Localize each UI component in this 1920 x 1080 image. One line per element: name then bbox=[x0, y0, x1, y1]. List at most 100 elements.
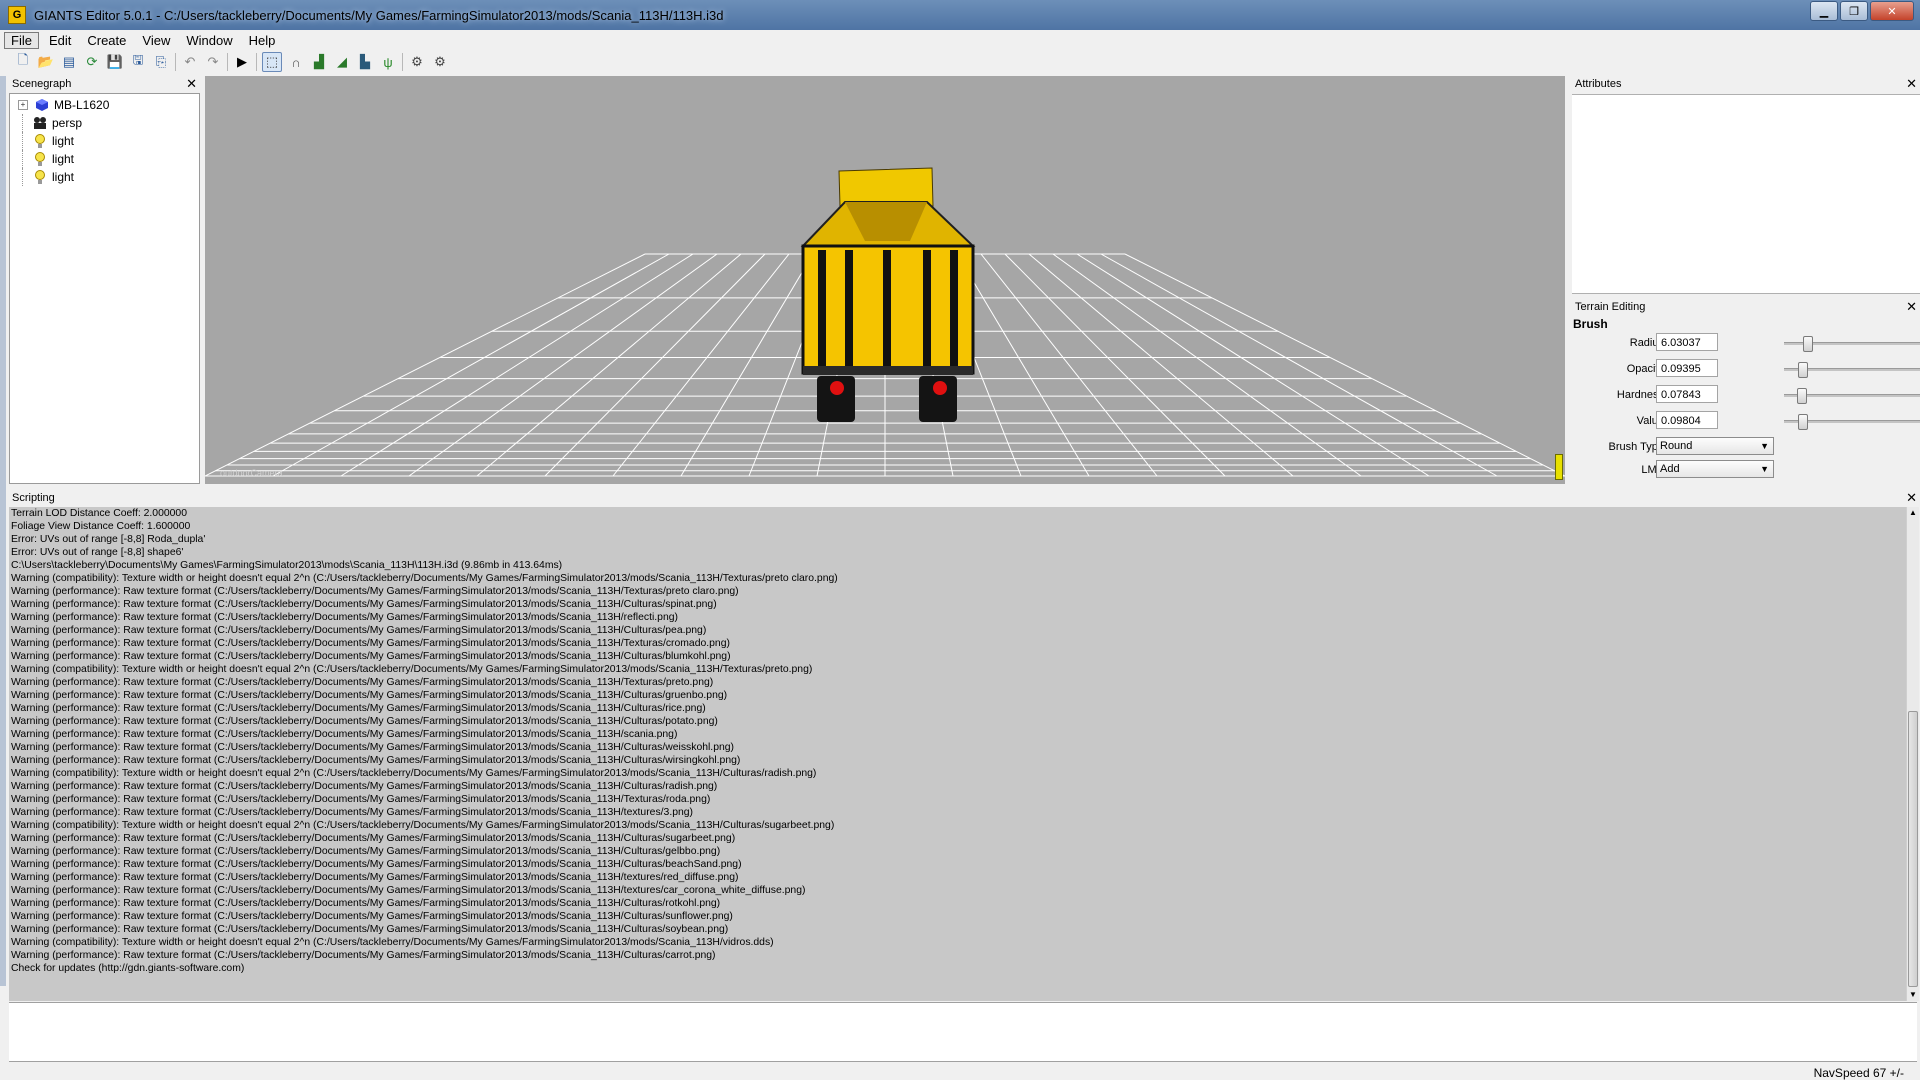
value-row: Value 0.09804 bbox=[1572, 411, 1920, 433]
attributes-close-icon[interactable]: ✕ bbox=[1906, 76, 1917, 91]
camera-label: outdoorCamera bbox=[220, 468, 283, 478]
log-line: Warning (performance): Raw texture forma… bbox=[11, 781, 718, 792]
value-slider[interactable] bbox=[1784, 414, 1920, 430]
log-line: Warning (performance): Raw texture forma… bbox=[11, 742, 734, 753]
scrollbar-thumb[interactable] bbox=[1908, 711, 1918, 987]
new-icon[interactable]: 🗋 bbox=[14, 52, 32, 71]
scripting-close-icon[interactable]: ✕ bbox=[1906, 490, 1917, 505]
viewport-scene bbox=[205, 167, 1565, 477]
lmb-select[interactable]: Add ▼ bbox=[1656, 460, 1774, 478]
tree-guide bbox=[10, 150, 32, 168]
close-window-button[interactable]: ✕ bbox=[1870, 1, 1914, 21]
settings-icon[interactable]: ⚙ bbox=[408, 53, 426, 71]
light-icon bbox=[32, 133, 48, 149]
hardness-row: Hardness 0.07843 bbox=[1572, 385, 1920, 407]
menu-window[interactable]: Window bbox=[180, 33, 238, 48]
foliage-paint-icon[interactable]: ▙ bbox=[356, 53, 374, 71]
terrain-editing-title: Terrain Editing bbox=[1575, 300, 1646, 313]
camera-icon bbox=[32, 115, 48, 131]
play-icon[interactable]: ▶ bbox=[233, 53, 251, 71]
toolbar-separator bbox=[256, 53, 257, 71]
opacity-field[interactable]: 0.09395 bbox=[1656, 359, 1718, 377]
scenegraph-tree: + MB-L1620 persp light light light bbox=[9, 93, 200, 484]
open-icon[interactable]: 📂 bbox=[37, 53, 55, 71]
move-icon[interactable]: ∩ bbox=[287, 53, 305, 71]
window-controls: ▁ ❐ ✕ bbox=[1808, 1, 1914, 21]
log-line: Warning (performance): Raw texture forma… bbox=[11, 755, 741, 766]
log-line: Warning (compatibility): Texture width o… bbox=[11, 768, 817, 779]
log-line: Warning (performance): Raw texture forma… bbox=[11, 911, 733, 922]
log-line: Warning (performance): Raw texture forma… bbox=[11, 885, 806, 896]
log-line: Warning (performance): Raw texture forma… bbox=[11, 586, 739, 597]
log-line: Error: UVs out of range [-8,8] Roda_dupl… bbox=[11, 534, 206, 545]
lmb-value: Add bbox=[1660, 463, 1680, 475]
log-line: Warning (performance): Raw texture forma… bbox=[11, 898, 721, 909]
terrain-sculpt-icon[interactable]: ▟ bbox=[310, 53, 328, 71]
hardness-slider[interactable] bbox=[1784, 388, 1920, 404]
save-icon[interactable]: 💾 bbox=[106, 53, 124, 71]
reload-icon[interactable]: ⟳ bbox=[83, 53, 101, 71]
log-line: Warning (performance): Raw texture forma… bbox=[11, 677, 714, 688]
log-line: Warning (compatibility): Texture width o… bbox=[11, 573, 838, 584]
scripting-log[interactable]: Terrain LOD Distance Coeff: 2.000000 Fol… bbox=[9, 507, 1906, 1001]
tree-item-light[interactable]: light bbox=[10, 132, 199, 150]
radius-slider-thumb[interactable] bbox=[1803, 336, 1814, 352]
viewport-resize-handle[interactable] bbox=[1555, 454, 1563, 480]
save-as-icon[interactable]: 🖫 bbox=[129, 52, 147, 71]
log-line: C:\Users\tackleberry\Documents\My Games\… bbox=[11, 560, 563, 571]
select-icon[interactable]: ⬚ bbox=[262, 52, 282, 72]
log-line: Warning (compatibility): Texture width o… bbox=[11, 664, 813, 675]
terrain-editing-close-icon[interactable]: ✕ bbox=[1906, 299, 1917, 314]
3d-viewport[interactable]: outdoorCamera bbox=[205, 76, 1565, 484]
title-bar: G GIANTS Editor 5.0.1 - C:/Users/tackleb… bbox=[0, 0, 1920, 30]
undo-icon[interactable]: ↶ bbox=[181, 53, 199, 71]
chevron-down-icon: ▼ bbox=[1760, 464, 1769, 474]
terrain-paint-icon[interactable]: ◢ bbox=[333, 53, 351, 71]
scripting-title: Scripting bbox=[12, 491, 55, 504]
script-console-input[interactable] bbox=[9, 1002, 1917, 1062]
export-icon[interactable]: ⎘ bbox=[152, 53, 170, 71]
chevron-down-icon: ▼ bbox=[1760, 441, 1769, 451]
menu-help[interactable]: Help bbox=[243, 33, 282, 48]
opacity-slider-thumb[interactable] bbox=[1798, 362, 1809, 378]
log-line: Warning (compatibility): Texture width o… bbox=[11, 937, 774, 948]
tree-item-persp[interactable]: persp bbox=[10, 114, 199, 132]
tree-expand-icon[interactable]: + bbox=[18, 100, 28, 110]
hardness-slider-thumb[interactable] bbox=[1796, 388, 1807, 404]
log-line: Warning (performance): Raw texture forma… bbox=[11, 612, 678, 623]
tree-item-mb-l1620[interactable]: + MB-L1620 bbox=[10, 96, 199, 114]
tree-item-light[interactable]: light bbox=[10, 150, 199, 168]
render-settings-icon[interactable]: ⚙ bbox=[431, 53, 449, 71]
menu-view[interactable]: View bbox=[136, 33, 176, 48]
navspeed-readout: NavSpeed 67 +/- bbox=[1813, 1066, 1904, 1080]
opacity-slider[interactable] bbox=[1784, 362, 1920, 378]
radius-field[interactable]: 6.03037 bbox=[1656, 333, 1718, 351]
log-line: Warning (performance): Raw texture forma… bbox=[11, 794, 711, 805]
log-scrollbar[interactable]: ▲ ▼ bbox=[1906, 507, 1919, 1001]
redo-icon[interactable]: ↷ bbox=[204, 53, 222, 71]
radius-slider[interactable] bbox=[1784, 336, 1920, 352]
menu-file[interactable]: File bbox=[4, 31, 39, 49]
import-icon[interactable]: ▤ bbox=[60, 53, 78, 71]
log-line: Warning (performance): Raw texture forma… bbox=[11, 625, 707, 636]
grass-icon[interactable]: ψ bbox=[379, 53, 397, 71]
scroll-down-icon[interactable]: ▼ bbox=[1907, 989, 1919, 1001]
value-field[interactable]: 0.09804 bbox=[1656, 411, 1718, 429]
brush-section-title: Brush bbox=[1573, 317, 1608, 331]
scroll-up-icon[interactable]: ▲ bbox=[1907, 507, 1919, 519]
value-slider-thumb[interactable] bbox=[1798, 414, 1809, 430]
maximize-button[interactable]: ❐ bbox=[1840, 1, 1868, 21]
menu-create[interactable]: Create bbox=[81, 33, 132, 48]
light-icon bbox=[32, 151, 48, 167]
hardness-field[interactable]: 0.07843 bbox=[1656, 385, 1718, 403]
brush-type-select[interactable]: Round ▼ bbox=[1656, 437, 1774, 455]
menu-edit[interactable]: Edit bbox=[43, 33, 77, 48]
log-line: Warning (performance): Raw texture forma… bbox=[11, 599, 717, 610]
scenegraph-close-icon[interactable]: ✕ bbox=[186, 76, 197, 91]
log-line: Warning (performance): Raw texture forma… bbox=[11, 833, 736, 844]
tree-item-light[interactable]: light bbox=[10, 168, 199, 186]
tree-item-label: light bbox=[52, 152, 75, 166]
minimize-button[interactable]: ▁ bbox=[1810, 1, 1838, 21]
tree-item-label: light bbox=[52, 170, 75, 184]
attributes-title: Attributes bbox=[1575, 77, 1622, 90]
